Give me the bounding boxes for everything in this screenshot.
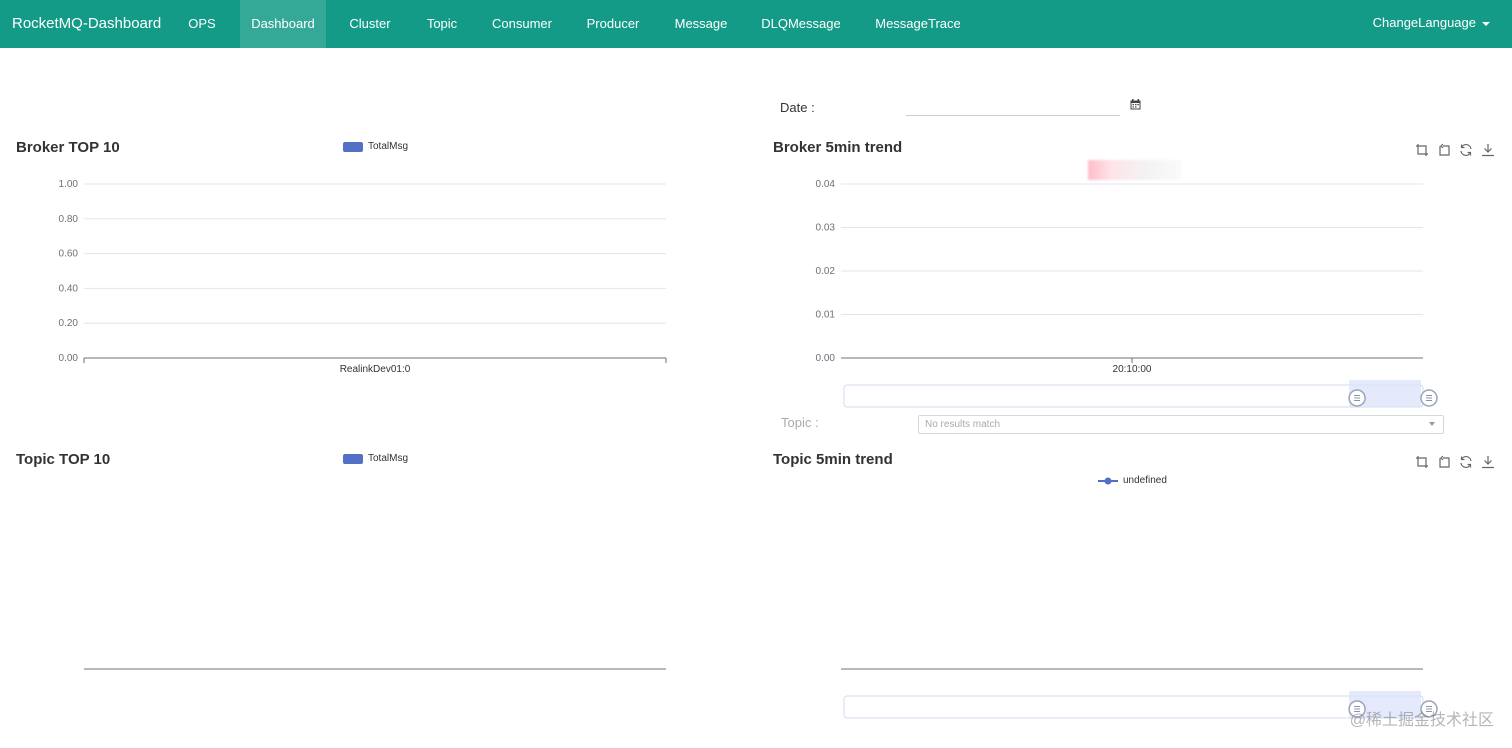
broker-top10-legend[interactable]: TotalMsg [343, 141, 408, 152]
y-tick-label: 1.00 [59, 179, 79, 190]
zoom-icon[interactable] [1415, 143, 1429, 157]
watermark: @稀土掘金技术社区 [1349, 712, 1494, 729]
top-navbar: RocketMQ-Dashboard OPS Dashboard Cluster… [0, 0, 1512, 48]
topic-select[interactable]: No results match [918, 415, 1444, 434]
nav-dashboard[interactable]: Dashboard [240, 0, 326, 48]
broker-top10-title: Broker TOP 10 [16, 139, 120, 156]
change-language-dropdown[interactable]: ChangeLanguage [1373, 15, 1490, 30]
change-language-label: ChangeLanguage [1372, 15, 1476, 30]
legend-swatch [343, 453, 363, 464]
data-zoom-track [843, 695, 1424, 719]
nav-producer[interactable]: Producer [575, 0, 651, 48]
brand-logo[interactable]: RocketMQ-Dashboard [12, 15, 161, 32]
topic-label: Topic : [781, 415, 819, 430]
x-tick-label: 20:10:00 [1113, 364, 1152, 375]
nav-consumer[interactable]: Consumer [481, 0, 563, 48]
broker-trend-toolbox [1415, 143, 1495, 157]
y-tick-label: 0.01 [816, 310, 836, 321]
zoom-icon[interactable] [1415, 455, 1429, 469]
zoom-reset-icon[interactable] [1437, 455, 1451, 469]
legend-label: TotalMsg [368, 141, 409, 152]
nav-topic[interactable]: Topic [415, 0, 469, 48]
broker-trend-chart: 0.00 0.01 0.02 0.03 0.04 20:10:00 [816, 179, 1438, 408]
y-tick-label: 0.20 [59, 318, 79, 329]
topic-select-placeholder: No results match [925, 419, 1001, 430]
chevron-down-icon [1429, 422, 1435, 426]
nav-cluster[interactable]: Cluster [337, 0, 403, 48]
topic-trend-toolbox [1415, 455, 1495, 469]
restore-icon[interactable] [1459, 143, 1473, 157]
y-tick-label: 0.00 [816, 353, 836, 364]
legend-swatch [343, 141, 363, 152]
nav-message[interactable]: Message [663, 0, 739, 48]
x-tick-label: RealinkDev01:0 [340, 364, 411, 375]
topic-top10-title: Topic TOP 10 [16, 451, 111, 468]
nav-ops[interactable]: OPS [178, 0, 226, 48]
y-tick-label: 0.03 [816, 223, 836, 234]
legend-label: TotalMsg [368, 453, 409, 464]
topic-top10-chart [84, 668, 666, 670]
date-input[interactable] [906, 96, 1120, 116]
y-tick-label: 0.04 [816, 179, 836, 190]
download-icon[interactable] [1481, 143, 1495, 157]
broker-trend-title: Broker 5min trend [773, 139, 903, 156]
topic-top10-legend[interactable]: TotalMsg [343, 453, 408, 464]
data-zoom-track [843, 384, 1424, 408]
caret-down-icon [1482, 21, 1490, 26]
restore-icon[interactable] [1459, 455, 1473, 469]
nav-messagetrace[interactable]: MessageTrace [863, 0, 973, 48]
y-tick-label: 0.80 [59, 214, 79, 225]
date-label: Date : [780, 100, 815, 115]
topic-trend-chart [841, 668, 1438, 719]
zoom-reset-icon[interactable] [1437, 143, 1451, 157]
broker-top10-chart: 0.00 0.20 0.40 0.60 0.80 1.00 RealinkDev01:0 [59, 179, 667, 375]
nav-dlqmessage[interactable]: DLQMessage [751, 0, 851, 48]
y-tick-label: 0.02 [816, 266, 836, 277]
y-tick-label: 0.00 [59, 353, 79, 364]
y-tick-label: 0.40 [59, 283, 79, 294]
download-icon[interactable] [1481, 455, 1495, 469]
y-tick-label: 0.60 [59, 249, 79, 260]
calendar-icon[interactable] [1130, 99, 1141, 110]
topic-trend-title: Topic 5min trend [773, 451, 893, 468]
